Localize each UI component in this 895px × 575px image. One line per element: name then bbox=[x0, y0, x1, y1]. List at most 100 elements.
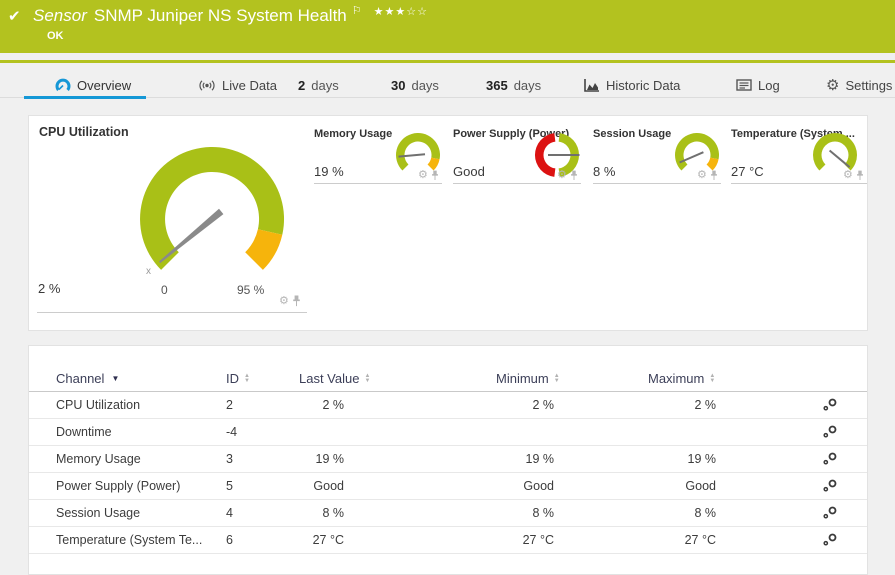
tab-365-days[interactable]: 365 days bbox=[486, 75, 541, 95]
log-icon bbox=[736, 79, 752, 91]
maximum-value: 19 % bbox=[648, 452, 716, 466]
sort-icon: ▲▼ bbox=[244, 374, 250, 383]
gauge-settings-gear-icon[interactable]: ⚙ bbox=[697, 170, 707, 181]
minimum-value: 27 °C bbox=[496, 533, 554, 547]
gauge-divider bbox=[37, 312, 307, 313]
gauge-settings-gear-icon[interactable]: ⚙ bbox=[843, 170, 853, 181]
gear-icon: ⚙ bbox=[826, 78, 839, 93]
sort-icon: ▲▼ bbox=[554, 374, 560, 383]
cpu-gauge bbox=[132, 139, 292, 299]
gauge-block-session: Session Usage 8 % ⚙ bbox=[593, 126, 721, 184]
gauge-value: 19 % bbox=[314, 164, 344, 179]
table-row: Temperature (System Te... 6 27 °C 27 °C … bbox=[29, 527, 867, 554]
status-color-strip bbox=[0, 60, 895, 63]
tab-30-days[interactable]: 30 days bbox=[391, 75, 439, 95]
channel-id: 4 bbox=[226, 506, 299, 520]
page-title: SNMP Juniper NS System Health bbox=[94, 6, 347, 25]
sensor-status-header: ✔ Sensor SNMP Juniper NS System Health ⚐ ★★… bbox=[0, 0, 895, 53]
column-header-last-value[interactable]: Last Value ▲▼ bbox=[299, 371, 344, 386]
pin-icon[interactable] bbox=[292, 295, 301, 307]
table-row: CPU Utilization 2 2 % 2 % 2 % bbox=[29, 392, 867, 419]
channel-settings-icon[interactable] bbox=[822, 425, 838, 439]
channel-settings-icon[interactable] bbox=[822, 452, 838, 466]
channel-settings-icon[interactable] bbox=[822, 533, 838, 547]
tab-label: Settings bbox=[845, 78, 892, 93]
table-header-row: Channel ▼ ID ▲▼ Last Value ▲▼ Minimum ▲▼… bbox=[29, 366, 867, 392]
flag-icon[interactable]: ⚐ bbox=[352, 5, 362, 17]
channel-id: 2 bbox=[226, 398, 299, 412]
broadcast-icon bbox=[198, 79, 216, 92]
active-tab-underline bbox=[24, 96, 146, 99]
sensor-kind-label: Sensor bbox=[33, 6, 87, 25]
tab-number: 30 bbox=[391, 78, 405, 93]
maximum-value: 2 % bbox=[648, 398, 716, 412]
channel-id: 5 bbox=[226, 479, 299, 493]
tab-settings[interactable]: ⚙ Settings bbox=[826, 75, 892, 95]
maximum-value: 27 °C bbox=[648, 533, 716, 547]
tab-2-days[interactable]: 2 days bbox=[298, 75, 339, 95]
tab-live-data[interactable]: Live Data bbox=[198, 75, 277, 95]
channel-name: Downtime bbox=[56, 425, 226, 439]
sort-icon: ▲▼ bbox=[364, 374, 370, 383]
gauge-settings-gear-icon[interactable]: ⚙ bbox=[279, 296, 289, 307]
pin-icon[interactable] bbox=[856, 170, 864, 181]
column-header-minimum[interactable]: Minimum ▲▼ bbox=[496, 371, 554, 386]
table-row: Session Usage 4 8 % 8 % 8 % bbox=[29, 500, 867, 527]
tab-number: 2 bbox=[298, 78, 305, 93]
table-row: Power Supply (Power) 5 Good Good Good bbox=[29, 473, 867, 500]
channel-name: Session Usage bbox=[56, 506, 226, 520]
channel-settings-icon[interactable] bbox=[822, 506, 838, 520]
table-row: Downtime -4 bbox=[29, 419, 867, 446]
channel-table: Channel ▼ ID ▲▼ Last Value ▲▼ Minimum ▲▼… bbox=[29, 366, 867, 554]
last-value: 27 °C bbox=[299, 533, 344, 547]
channel-id: 3 bbox=[226, 452, 299, 466]
column-header-maximum[interactable]: Maximum ▲▼ bbox=[648, 371, 716, 386]
gauge-value: 27 °C bbox=[731, 164, 764, 179]
gauge-settings-gear-icon[interactable]: ⚙ bbox=[418, 170, 428, 181]
minimum-value: Good bbox=[496, 479, 554, 493]
gauge-value: Good bbox=[453, 164, 485, 179]
gauge-settings-gear-icon[interactable]: ⚙ bbox=[557, 170, 567, 181]
pin-icon[interactable] bbox=[431, 170, 439, 181]
gauge-value: 8 % bbox=[593, 164, 615, 179]
gauge-block-memory: Memory Usage 19 % ⚙ bbox=[314, 126, 442, 184]
gauge-block-power-supply: Power Supply (Power) Good ⚙ bbox=[453, 126, 581, 184]
last-value: 2 % bbox=[299, 398, 344, 412]
tab-label: Overview bbox=[77, 78, 131, 93]
cpu-scale-marker: x bbox=[146, 266, 151, 277]
pin-icon[interactable] bbox=[570, 170, 578, 181]
table-row: Memory Usage 3 19 % 19 % 19 % bbox=[29, 446, 867, 473]
channel-settings-icon[interactable] bbox=[822, 479, 838, 493]
column-header-id[interactable]: ID ▲▼ bbox=[226, 371, 299, 386]
cpu-gauge-value: 2 % bbox=[38, 281, 60, 296]
tab-label: Live Data bbox=[222, 78, 277, 93]
channel-table-panel: Channel ▼ ID ▲▼ Last Value ▲▼ Minimum ▲▼… bbox=[28, 345, 868, 575]
sort-icon: ▲▼ bbox=[709, 374, 715, 383]
channel-settings-icon[interactable] bbox=[822, 398, 838, 412]
tab-number: 365 bbox=[486, 78, 508, 93]
minimum-value: 2 % bbox=[496, 398, 554, 412]
minimum-value: 8 % bbox=[496, 506, 554, 520]
tab-label: days bbox=[514, 78, 541, 93]
gauge-needle bbox=[159, 209, 223, 263]
column-header-channel[interactable]: Channel ▼ bbox=[56, 371, 226, 386]
tab-log[interactable]: Log bbox=[736, 75, 780, 95]
tab-historic-data[interactable]: Historic Data bbox=[584, 75, 680, 95]
cpu-scale-max: 95 % bbox=[237, 283, 264, 297]
status-check-icon: ✔ bbox=[8, 7, 21, 25]
gauge-needle bbox=[830, 151, 850, 168]
priority-stars[interactable]: ★★★☆☆ bbox=[374, 6, 428, 18]
channel-name: Temperature (System Te... bbox=[56, 533, 226, 547]
tab-label: Log bbox=[758, 78, 780, 93]
channel-name: CPU Utilization bbox=[56, 398, 226, 412]
status-badge: OK bbox=[47, 30, 64, 42]
tab-label: Historic Data bbox=[606, 78, 680, 93]
maximum-value: 8 % bbox=[648, 506, 716, 520]
tab-overview[interactable]: Overview bbox=[55, 75, 131, 95]
channel-name: Power Supply (Power) bbox=[56, 479, 226, 493]
last-value: 8 % bbox=[299, 506, 344, 520]
pin-icon[interactable] bbox=[710, 170, 718, 181]
tab-label: days bbox=[411, 78, 438, 93]
channel-id: 6 bbox=[226, 533, 299, 547]
last-value: 19 % bbox=[299, 452, 344, 466]
